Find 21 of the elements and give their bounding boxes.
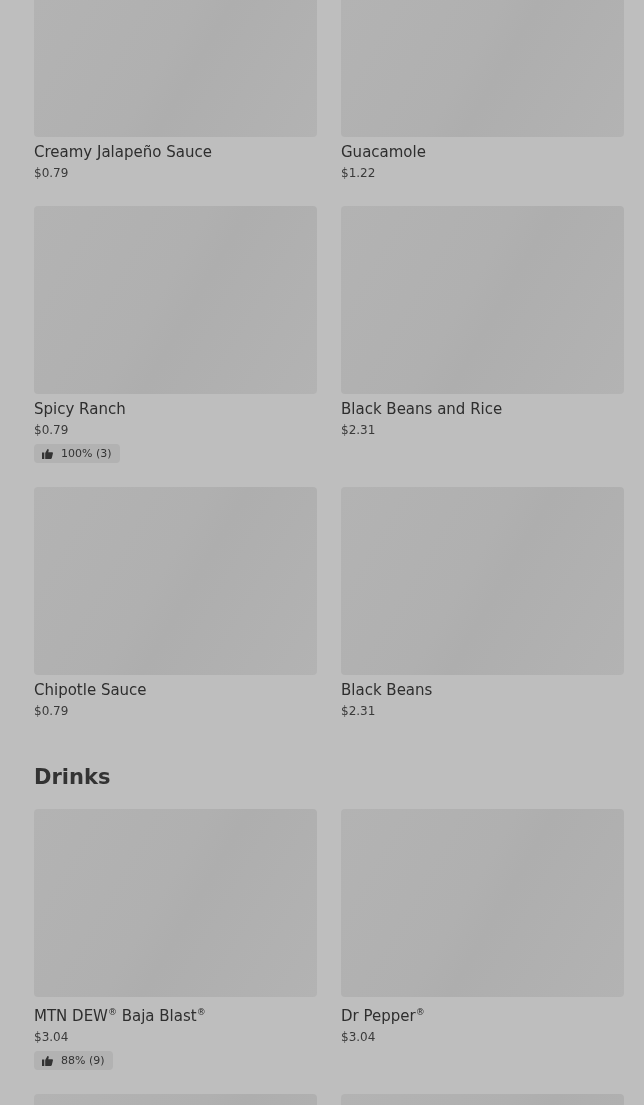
thumbs-up-icon [42, 448, 53, 459]
product-price: $1.22 [341, 165, 377, 182]
product-price: $0.79 [34, 703, 70, 720]
product-price: $0.79 [34, 165, 70, 182]
product-name: Creamy Jalapeño Sauce [34, 142, 213, 162]
product-price: $2.31 [341, 422, 377, 439]
product-name: Black Beans and Rice [341, 399, 504, 419]
product-name: Dr Pepper$^{®}$ [341, 1006, 426, 1026]
product-name: Black Beans [341, 680, 434, 700]
product-price: $3.04 [34, 1029, 70, 1046]
section-heading: Drinks [34, 764, 112, 790]
product-name: Chipotle Sauce [34, 680, 148, 700]
product-price: $0.79 [34, 422, 70, 439]
product-name: Guacamole [341, 142, 427, 162]
product-name: Spicy Ranch [34, 399, 127, 419]
rating-text: 88% (9) [61, 1054, 105, 1067]
product-price: $3.04 [341, 1029, 377, 1046]
product-price: $2.31 [341, 703, 377, 720]
rating-text: 100% (3) [61, 447, 112, 460]
thumbs-up-icon [42, 1055, 53, 1066]
product-name: MTN DEW$^{®}$ Baja Blast$^{®}$ [34, 1006, 207, 1026]
